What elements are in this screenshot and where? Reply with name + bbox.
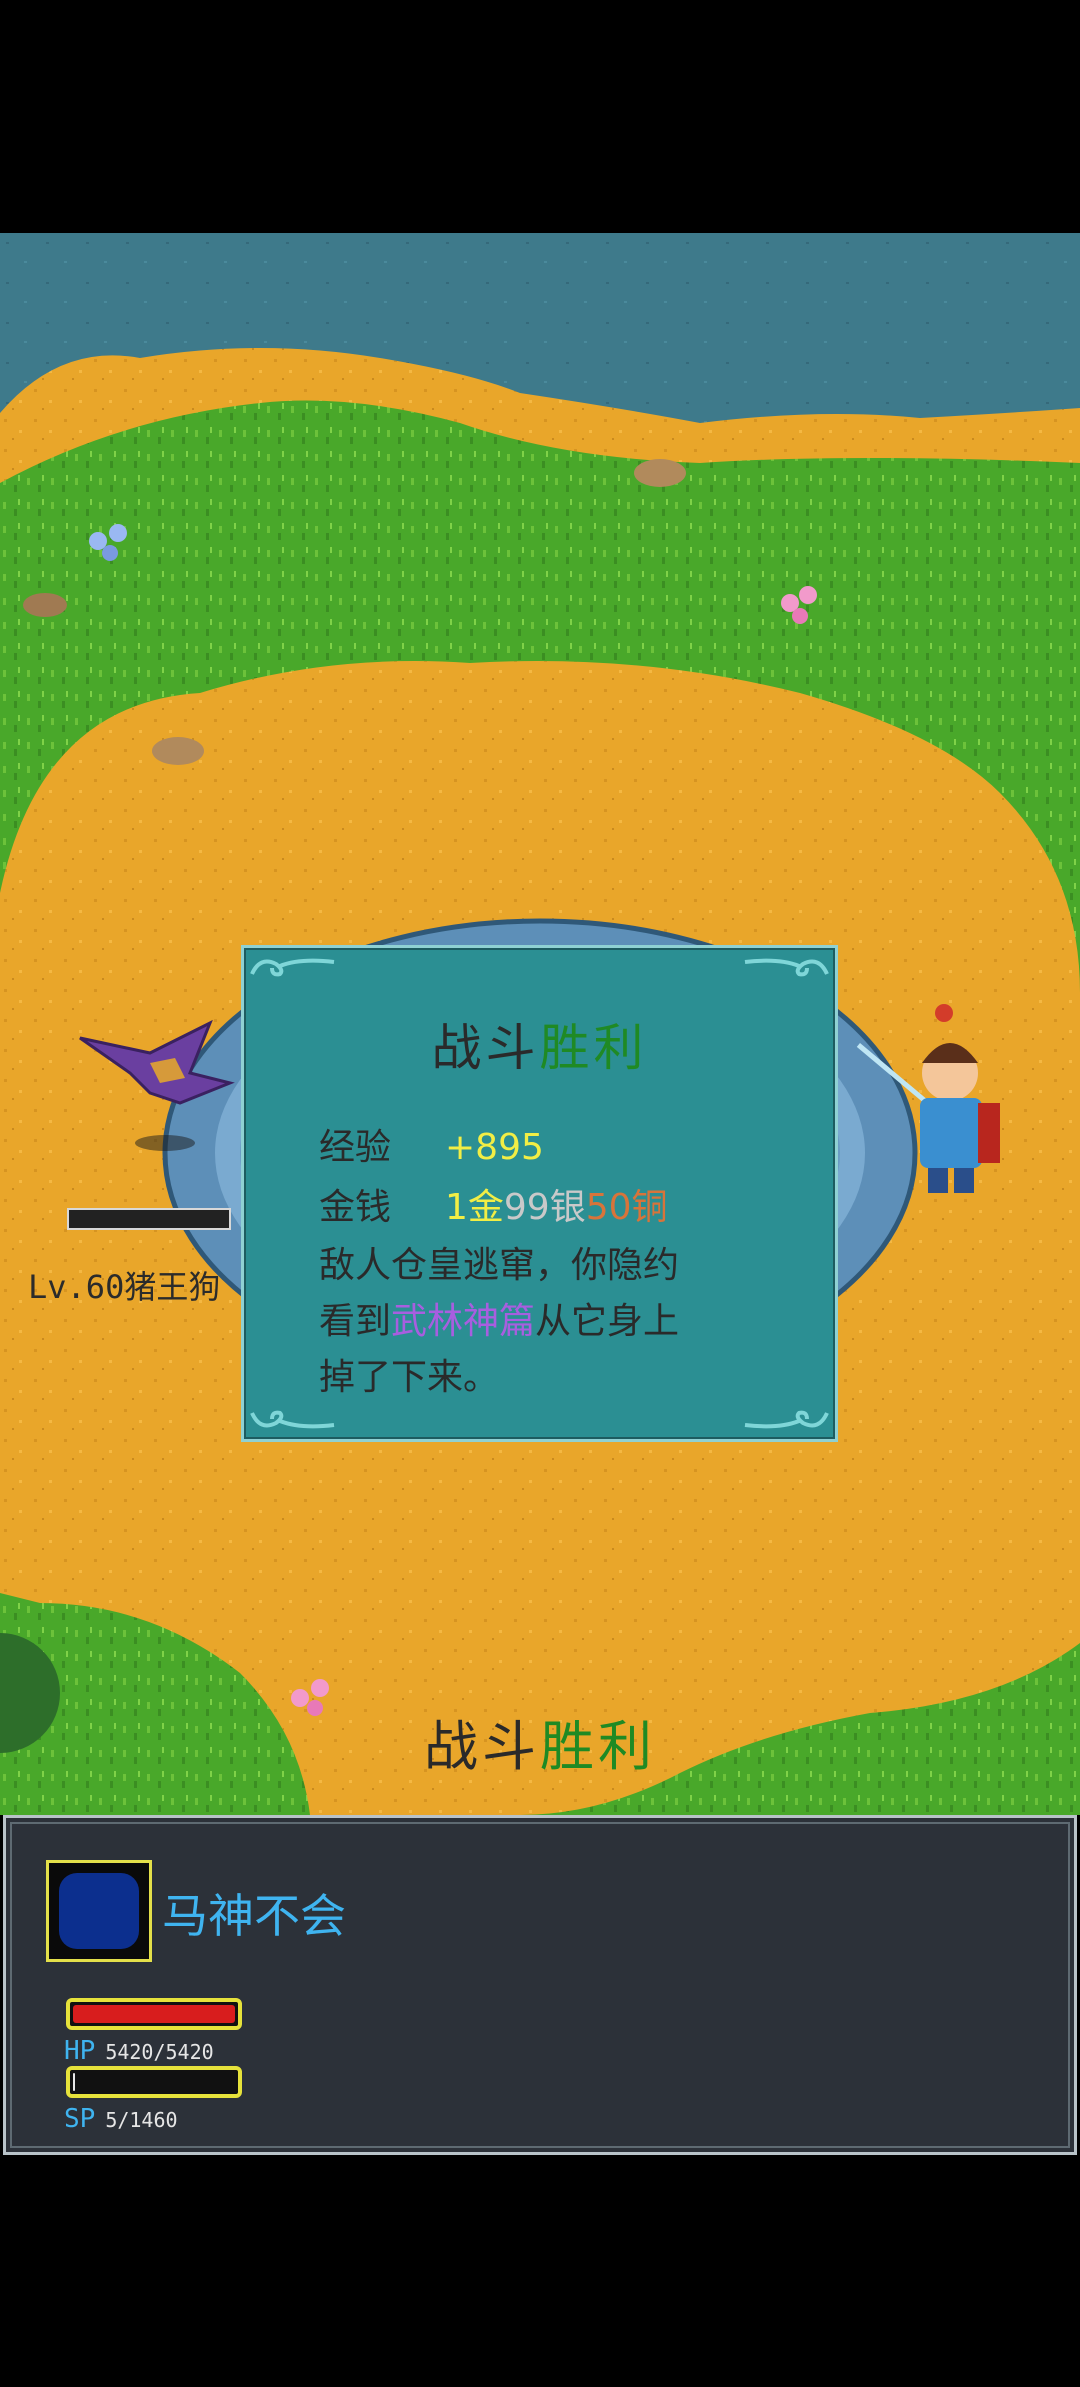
money-copper: 50铜: [585, 1187, 668, 1228]
exp-row: 经验 +895: [319, 1118, 544, 1170]
exp-value: +895: [445, 1127, 544, 1168]
top-letterbox: [0, 0, 1080, 233]
money-label: 金钱: [319, 1187, 392, 1228]
money-silver: 99银: [503, 1187, 586, 1228]
hp-fill: [73, 2005, 235, 2023]
cloud-swirl-icon: [744, 958, 829, 977]
hp-readout: HP 5420/5420: [64, 2036, 214, 2066]
money-gold: 1金: [445, 1187, 504, 1228]
cloud-swirl-icon: [744, 1410, 829, 1429]
cloud-swirl-icon: [250, 1410, 335, 1429]
money-row: 金钱 1金99银50铜: [319, 1178, 668, 1230]
battle-result-dialog[interactable]: 战斗胜利 经验 +895 金钱 1金99银50铜 敌人仓皇逃窜，你隐约 看到武林神篇…: [241, 945, 838, 1442]
sp-gauge: [66, 2066, 242, 2098]
enemy-hp-bar: [67, 1208, 231, 1230]
dialog-title: 战斗胜利: [431, 1019, 648, 1077]
enemy-name-label: Lv.60猪王狗: [28, 1268, 221, 1306]
loot-item-name: 武林神篇: [391, 1301, 536, 1342]
loot-message: 敌人仓皇逃窜，你隐约 看到武林神篇从它身上 掉了下来。: [319, 1245, 680, 1398]
bottom-letterbox: [0, 2155, 1080, 2387]
cloud-swirl-icon: [250, 958, 335, 977]
exp-label: 经验: [319, 1127, 392, 1168]
player-name: 马神不会: [162, 1889, 346, 1943]
player-status-panel: 马神不会 HP 5420/5420 SP 5/1460: [3, 1815, 1077, 2155]
hp-gauge: [66, 1998, 242, 2030]
sp-readout: SP 5/1460: [64, 2104, 178, 2134]
victory-banner: 战斗胜利: [424, 1715, 656, 1778]
sp-fill: [73, 2073, 75, 2091]
avatar-icon[interactable]: [46, 1860, 152, 1962]
